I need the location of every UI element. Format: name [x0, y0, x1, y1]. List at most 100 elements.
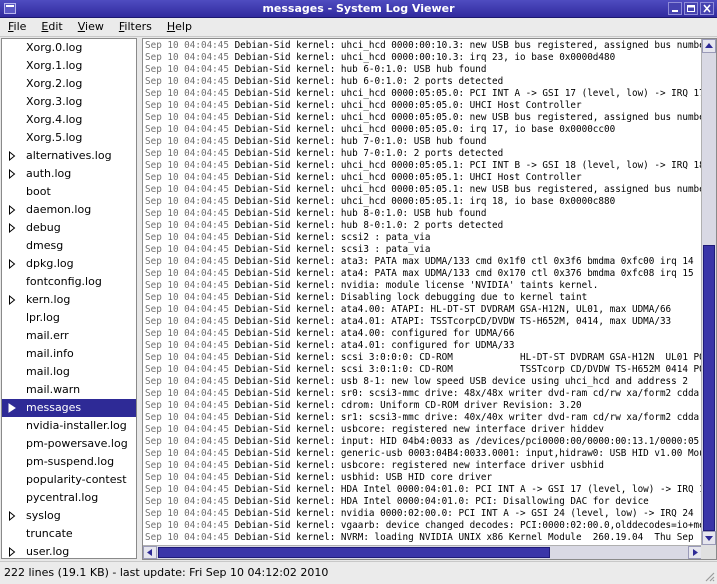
sidebar-item[interactable]: mail.log	[2, 363, 136, 381]
log-file-list[interactable]: Xorg.0.log Xorg.1.log Xorg.2.log Xorg.3.log…	[1, 38, 137, 559]
sidebar-item[interactable]: Xorg.5.log	[2, 129, 136, 147]
sidebar-item[interactable]: daemon.log	[2, 201, 136, 219]
log-line[interactable]: Sep 10 04:04:45 Debian-Sid kernel: vgaar…	[145, 520, 701, 532]
expander-arrow-icon[interactable]	[8, 295, 16, 305]
sidebar-item[interactable]: user.log	[2, 543, 136, 558]
sidebar-item[interactable]: pm-powersave.log	[2, 435, 136, 453]
expander-arrow-icon[interactable]	[8, 259, 16, 269]
log-line[interactable]: Sep 10 04:04:45 Debian-Sid kernel: uhci_…	[145, 172, 701, 184]
sidebar-item[interactable]: Xorg.3.log	[2, 93, 136, 111]
log-line[interactable]: Sep 10 04:04:45 Debian-Sid kernel: ata4:…	[145, 268, 701, 280]
log-line[interactable]: Sep 10 04:04:45 Debian-Sid kernel: uhci_…	[145, 184, 701, 196]
log-line[interactable]: Sep 10 04:04:45 Debian-Sid kernel: ata4.…	[145, 328, 701, 340]
menu-filters[interactable]: Filters	[111, 18, 159, 36]
log-line[interactable]: Sep 10 04:04:45 Debian-Sid kernel: Disab…	[145, 292, 701, 304]
log-line[interactable]: Sep 10 04:04:45 Debian-Sid kernel: ata4.…	[145, 304, 701, 316]
log-line[interactable]: Sep 10 04:04:45 Debian-Sid kernel: usbco…	[145, 424, 701, 436]
menu-file[interactable]: File	[0, 18, 33, 36]
menu-help[interactable]: Help	[159, 18, 199, 36]
log-line[interactable]: Sep 10 04:04:45 Debian-Sid kernel: sr0: …	[145, 388, 701, 400]
log-line[interactable]: Sep 10 04:04:45 Debian-Sid kernel: input…	[145, 436, 701, 448]
log-line[interactable]: Sep 10 04:04:45 Debian-Sid kernel: hub 6…	[145, 76, 701, 88]
horizontal-scroll-thumb[interactable]	[158, 547, 550, 558]
log-line[interactable]: Sep 10 04:04:45 Debian-Sid kernel: HDA I…	[145, 496, 701, 508]
scroll-up-icon[interactable]	[702, 39, 716, 53]
log-line[interactable]: Sep 10 04:04:45 Debian-Sid kernel: scsi …	[145, 352, 701, 364]
log-line[interactable]: Sep 10 04:04:45 Debian-Sid kernel: hub 8…	[145, 220, 701, 232]
sidebar-item[interactable]: Xorg.4.log	[2, 111, 136, 129]
close-icon[interactable]	[700, 2, 714, 15]
sidebar-item[interactable]: popularity-contest	[2, 471, 136, 489]
log-line[interactable]: Sep 10 04:04:45 Debian-Sid kernel: hub 7…	[145, 148, 701, 160]
log-line[interactable]: Sep 10 04:04:45 Debian-Sid kernel: ata3:…	[145, 256, 701, 268]
sidebar-item[interactable]: dpkg.log	[2, 255, 136, 273]
horizontal-scrollbar[interactable]	[143, 545, 702, 559]
log-line[interactable]: Sep 10 04:04:45 Debian-Sid kernel: ata4.…	[145, 316, 701, 328]
sidebar-item[interactable]: debug	[2, 219, 136, 237]
log-line[interactable]: Sep 10 04:04:45 Debian-Sid kernel: usb 8…	[145, 376, 701, 388]
log-line[interactable]: Sep 10 04:04:45 Debian-Sid kernel: usbco…	[145, 460, 701, 472]
scroll-right-icon[interactable]	[688, 546, 702, 559]
log-line[interactable]: Sep 10 04:04:45 Debian-Sid kernel: nvidi…	[145, 508, 701, 520]
sidebar-item[interactable]: dmesg	[2, 237, 136, 255]
expander-arrow-icon[interactable]	[8, 205, 16, 215]
sidebar-item[interactable]: Xorg.0.log	[2, 39, 136, 57]
log-line[interactable]: Sep 10 04:04:45 Debian-Sid kernel: scsi2…	[145, 232, 701, 244]
log-line[interactable]: Sep 10 04:04:45 Debian-Sid kernel: gener…	[145, 448, 701, 460]
expander-arrow-icon[interactable]	[8, 547, 16, 557]
scroll-left-icon[interactable]	[143, 546, 157, 559]
sidebar-item[interactable]: pm-suspend.log	[2, 453, 136, 471]
sidebar-item[interactable]: Xorg.2.log	[2, 75, 136, 93]
sidebar-item[interactable]: messages	[2, 399, 136, 417]
log-line[interactable]: Sep 10 04:04:45 Debian-Sid kernel: uhci_…	[145, 100, 701, 112]
sidebar-item[interactable]: boot	[2, 183, 136, 201]
menu-view[interactable]: View	[70, 18, 111, 36]
log-line[interactable]: Sep 10 04:04:45 Debian-Sid kernel: uhci_…	[145, 88, 701, 100]
log-line[interactable]: Sep 10 04:04:45 Debian-Sid kernel: uhci_…	[145, 160, 701, 172]
log-line[interactable]: Sep 10 04:04:45 Debian-Sid kernel: uhci_…	[145, 52, 701, 64]
vertical-scroll-thumb[interactable]	[703, 245, 715, 531]
sidebar-item[interactable]: truncate	[2, 525, 136, 543]
sidebar-item[interactable]: Xorg.1.log	[2, 57, 136, 75]
resize-grip-icon[interactable]	[703, 570, 715, 582]
log-line[interactable]: Sep 10 04:04:45 Debian-Sid kernel: hub 7…	[145, 136, 701, 148]
log-line[interactable]: Sep 10 04:04:45 Debian-Sid kernel: uhci_…	[145, 196, 701, 208]
log-line[interactable]: Sep 10 04:04:45 Debian-Sid kernel: usbhi…	[145, 472, 701, 484]
sidebar-item[interactable]: mail.info	[2, 345, 136, 363]
log-line[interactable]: Sep 10 04:04:45 Debian-Sid kernel: hub 8…	[145, 208, 701, 220]
log-line[interactable]: Sep 10 04:04:45 Debian-Sid kernel: sr1: …	[145, 412, 701, 424]
log-line[interactable]: Sep 10 04:04:45 Debian-Sid kernel: scsi3…	[145, 244, 701, 256]
expander-arrow-icon[interactable]	[8, 511, 16, 521]
log-line[interactable]: Sep 10 04:04:45 Debian-Sid kernel: ata4.…	[145, 340, 701, 352]
sidebar-item[interactable]: mail.err	[2, 327, 136, 345]
minimize-icon[interactable]	[668, 2, 682, 15]
log-line[interactable]: Sep 10 04:04:45 Debian-Sid kernel: nvidi…	[145, 280, 701, 292]
expander-arrow-icon[interactable]	[8, 169, 16, 179]
log-line-date: Sep 10 04:04:45	[145, 532, 229, 543]
log-lines[interactable]: Sep 10 04:04:45 Debian-Sid kernel: uhci_…	[145, 40, 701, 546]
sidebar-item[interactable]: pycentral.log	[2, 489, 136, 507]
sidebar-item[interactable]: syslog	[2, 507, 136, 525]
log-line[interactable]: Sep 10 04:04:45 Debian-Sid kernel: uhci_…	[145, 40, 701, 52]
log-line[interactable]: Sep 10 04:04:45 Debian-Sid kernel: uhci_…	[145, 112, 701, 124]
log-line[interactable]: Sep 10 04:04:45 Debian-Sid kernel: cdrom…	[145, 400, 701, 412]
sidebar-item[interactable]: lpr.log	[2, 309, 136, 327]
scroll-down-icon[interactable]	[702, 531, 716, 545]
expander-arrow-icon[interactable]	[8, 151, 16, 161]
log-line[interactable]: Sep 10 04:04:45 Debian-Sid kernel: scsi …	[145, 364, 701, 376]
sidebar-item[interactable]: mail.warn	[2, 381, 136, 399]
vertical-scrollbar[interactable]	[701, 39, 716, 545]
sidebar-item[interactable]: nvidia-installer.log	[2, 417, 136, 435]
log-line[interactable]: Sep 10 04:04:45 Debian-Sid kernel: uhci_…	[145, 124, 701, 136]
expander-arrow-icon[interactable]	[8, 223, 16, 233]
log-line[interactable]: Sep 10 04:04:45 Debian-Sid kernel: HDA I…	[145, 484, 701, 496]
sidebar-item[interactable]: alternatives.log	[2, 147, 136, 165]
menu-edit[interactable]: Edit	[33, 18, 69, 36]
expander-arrow-icon[interactable]	[8, 403, 16, 413]
sidebar-item[interactable]: fontconfig.log	[2, 273, 136, 291]
log-line[interactable]: Sep 10 04:04:45 Debian-Sid kernel: hub 6…	[145, 64, 701, 76]
maximize-icon[interactable]	[684, 2, 698, 15]
log-line[interactable]: Sep 10 04:04:45 Debian-Sid kernel: NVRM:…	[145, 532, 701, 544]
sidebar-item[interactable]: kern.log	[2, 291, 136, 309]
sidebar-item[interactable]: auth.log	[2, 165, 136, 183]
